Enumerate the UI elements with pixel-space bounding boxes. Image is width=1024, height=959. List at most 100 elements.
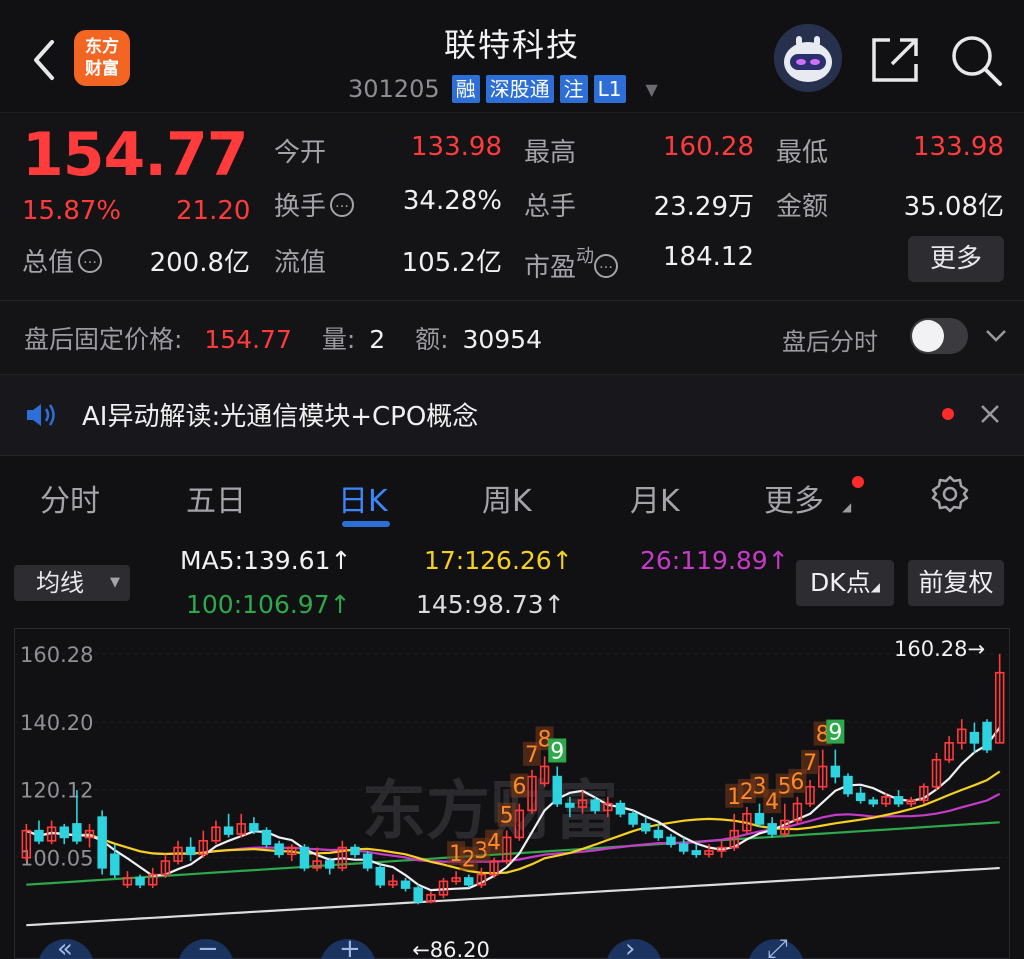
speaker-icon xyxy=(27,404,55,426)
zoom-out-icon[interactable]: − xyxy=(178,934,234,959)
volume-value: 23.29万 xyxy=(653,192,754,222)
close-icon[interactable] xyxy=(978,402,1002,426)
tab-daily-k[interactable]: 日K xyxy=(338,476,388,520)
market-cap-value: 200.8亿 xyxy=(149,248,250,278)
indicator-select[interactable]: 均线 ▼ xyxy=(14,565,130,601)
candle-body xyxy=(110,853,120,876)
after-hours-info: 盘后固定价格: 154.77 量: 2 额: 30954 xyxy=(24,320,542,356)
float-cap-value: 105.2亿 xyxy=(401,248,502,278)
unread-dot xyxy=(942,408,954,420)
candle-body xyxy=(868,799,878,805)
candle-body xyxy=(299,846,310,869)
ai-insight-text[interactable]: AI异动解读:光通信模块+CPO概念 xyxy=(82,396,478,433)
search-icon[interactable] xyxy=(948,32,1004,86)
td-count-label: 7 xyxy=(803,751,817,776)
tag-registered[interactable]: 注 xyxy=(559,75,588,103)
chevron-down-icon[interactable] xyxy=(984,326,1008,346)
tab-monthly-k[interactable]: 月K xyxy=(630,476,680,520)
tags-dropdown-icon[interactable]: ▼ xyxy=(646,80,658,99)
fullscreen-icon[interactable]: ⤢ xyxy=(748,934,804,959)
turnover-label: 换手 xyxy=(274,192,327,222)
forward-icon[interactable]: › xyxy=(606,934,662,959)
tab-intraday[interactable]: 分时 xyxy=(40,476,100,520)
candle-body xyxy=(969,731,980,744)
after-hours-price: 154.77 xyxy=(204,325,292,354)
candle-body xyxy=(135,877,145,886)
td-count-label: 6 xyxy=(512,775,526,800)
tab-five-day[interactable]: 五日 xyxy=(186,476,246,520)
candle-body xyxy=(34,829,44,842)
info-icon[interactable]: … xyxy=(330,193,355,217)
candle-body xyxy=(72,823,82,842)
tab-weekly-k[interactable]: 周K xyxy=(482,476,532,520)
candle-body xyxy=(464,877,474,886)
info-icon[interactable]: … xyxy=(594,254,619,278)
after-hours-switch-label: 盘后分时 xyxy=(782,328,878,356)
more-stats-button[interactable]: 更多 xyxy=(908,236,1004,282)
high-label: 最高 xyxy=(524,138,577,168)
after-hours-amt-label: 额: xyxy=(415,325,449,354)
kline-chart[interactable]: 东方财富160.28140.20120.12100.05789651234123… xyxy=(14,628,1010,959)
candle-body xyxy=(590,799,600,812)
candle-body xyxy=(362,853,373,869)
candle-body xyxy=(375,867,385,886)
turnover-stat: 换手… xyxy=(274,186,355,223)
dk-caret-icon: ◢ xyxy=(870,580,880,594)
share-icon[interactable] xyxy=(868,34,924,84)
candle-body xyxy=(666,836,676,845)
rewind-icon[interactable]: « xyxy=(38,934,94,959)
candle-body xyxy=(274,843,284,856)
tab-more-caret-icon: ◢ xyxy=(842,500,852,514)
svg-text:«: « xyxy=(57,934,73,959)
candle-body xyxy=(830,765,841,778)
toggle-knob xyxy=(912,320,944,352)
tag-connect[interactable]: 深股通 xyxy=(485,75,554,103)
y-tick-label: 120.12 xyxy=(20,779,93,803)
candle-body xyxy=(691,850,702,856)
volume-label: 总手 xyxy=(524,192,577,222)
pe-stat: 市盈动… xyxy=(524,242,619,284)
zoom-in-icon[interactable]: + xyxy=(320,934,376,959)
td-count-label: 9 xyxy=(828,721,842,746)
candle-body xyxy=(324,860,335,869)
info-icon[interactable]: … xyxy=(78,249,103,273)
ma17-value: 17:126.26↑ xyxy=(424,546,573,575)
indicator-select-label: 均线 xyxy=(36,569,84,597)
settings-gear-icon[interactable] xyxy=(930,474,970,514)
candle-body xyxy=(893,796,904,805)
open-label: 今开 xyxy=(274,138,327,168)
svg-text:›: › xyxy=(625,934,635,959)
ma5-value: MA5:139.61↑ xyxy=(180,546,352,575)
candle-body xyxy=(855,792,866,802)
ma26-value: 26:119.89↑ xyxy=(640,546,789,575)
tab-more[interactable]: 更多 xyxy=(764,476,824,520)
after-hours-vol-label: 量: xyxy=(321,325,356,354)
dk-point-button[interactable]: DK点◢ xyxy=(796,560,894,606)
candle-body xyxy=(552,775,562,805)
market-cap-label: 总值 xyxy=(22,248,75,278)
tag-level1[interactable]: L1 xyxy=(593,75,626,103)
candle-body xyxy=(982,721,992,751)
pe-dynamic-mark: 动 xyxy=(576,246,595,267)
ma100-value: 100:106.97↑ xyxy=(186,590,351,619)
forward-adjust-button[interactable]: 前复权 xyxy=(908,560,1004,606)
candle-body xyxy=(400,880,411,889)
robot-avatar-icon[interactable] xyxy=(774,24,842,92)
tag-margin[interactable]: 融 xyxy=(451,75,480,103)
stock-tags: 301205 融 深股通 注 L1 ▼ xyxy=(348,74,658,104)
candle-body xyxy=(641,823,651,832)
td-count-label: 4 xyxy=(487,831,501,856)
change-percent: 15.87% xyxy=(22,196,122,226)
td-count-label: 5 xyxy=(500,804,514,829)
amount-label: 金额 xyxy=(776,192,829,222)
market-cap-stat: 总值… xyxy=(22,242,103,279)
high-value: 160.28 xyxy=(663,132,754,162)
candle-body xyxy=(413,887,423,903)
turnover-value: 34.28% xyxy=(402,186,502,216)
candle-body xyxy=(628,812,638,825)
pe-label: 市盈 xyxy=(524,253,577,283)
low-label: 最低 xyxy=(776,138,829,168)
float-cap-label: 流值 xyxy=(274,248,327,278)
dk-point-label: DK点 xyxy=(810,568,871,597)
ma145-value: 145:98.73↑ xyxy=(416,590,565,619)
